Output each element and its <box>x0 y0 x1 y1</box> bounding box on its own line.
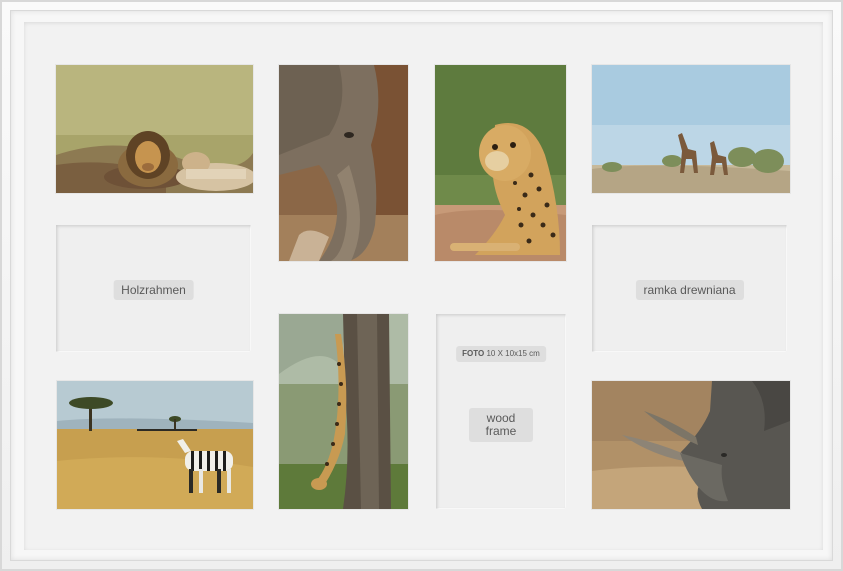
picture-frame: Holzrahmen ramka drewniana FOTO 10 X 10x… <box>0 0 843 571</box>
empty-slot-center: FOTO 10 X 10x15 cm wood frame <box>436 314 566 509</box>
photo-cheetah <box>435 65 566 261</box>
empty-slot-left: Holzrahmen <box>56 225 251 352</box>
label-foto-dimensions: 10 X 10x15 cm <box>486 349 540 358</box>
photo-giraffes <box>592 65 790 193</box>
label-foto-size: FOTO 10 X 10x15 cm <box>456 346 546 362</box>
label-holzrahmen: Holzrahmen <box>113 280 194 300</box>
label-ramka-drewniana: ramka drewniana <box>635 280 744 300</box>
photo-lion <box>56 65 253 193</box>
photo-leopard <box>279 314 408 509</box>
photo-rhino <box>592 381 790 509</box>
label-wood-frame: wood frame <box>469 408 533 442</box>
label-wood: wood <box>486 411 516 425</box>
photo-elephant <box>279 65 408 261</box>
label-foto-prefix: FOTO <box>462 349 485 358</box>
photo-zebra <box>57 381 253 509</box>
label-frame: frame <box>485 424 517 438</box>
empty-slot-right: ramka drewniana <box>592 225 787 352</box>
